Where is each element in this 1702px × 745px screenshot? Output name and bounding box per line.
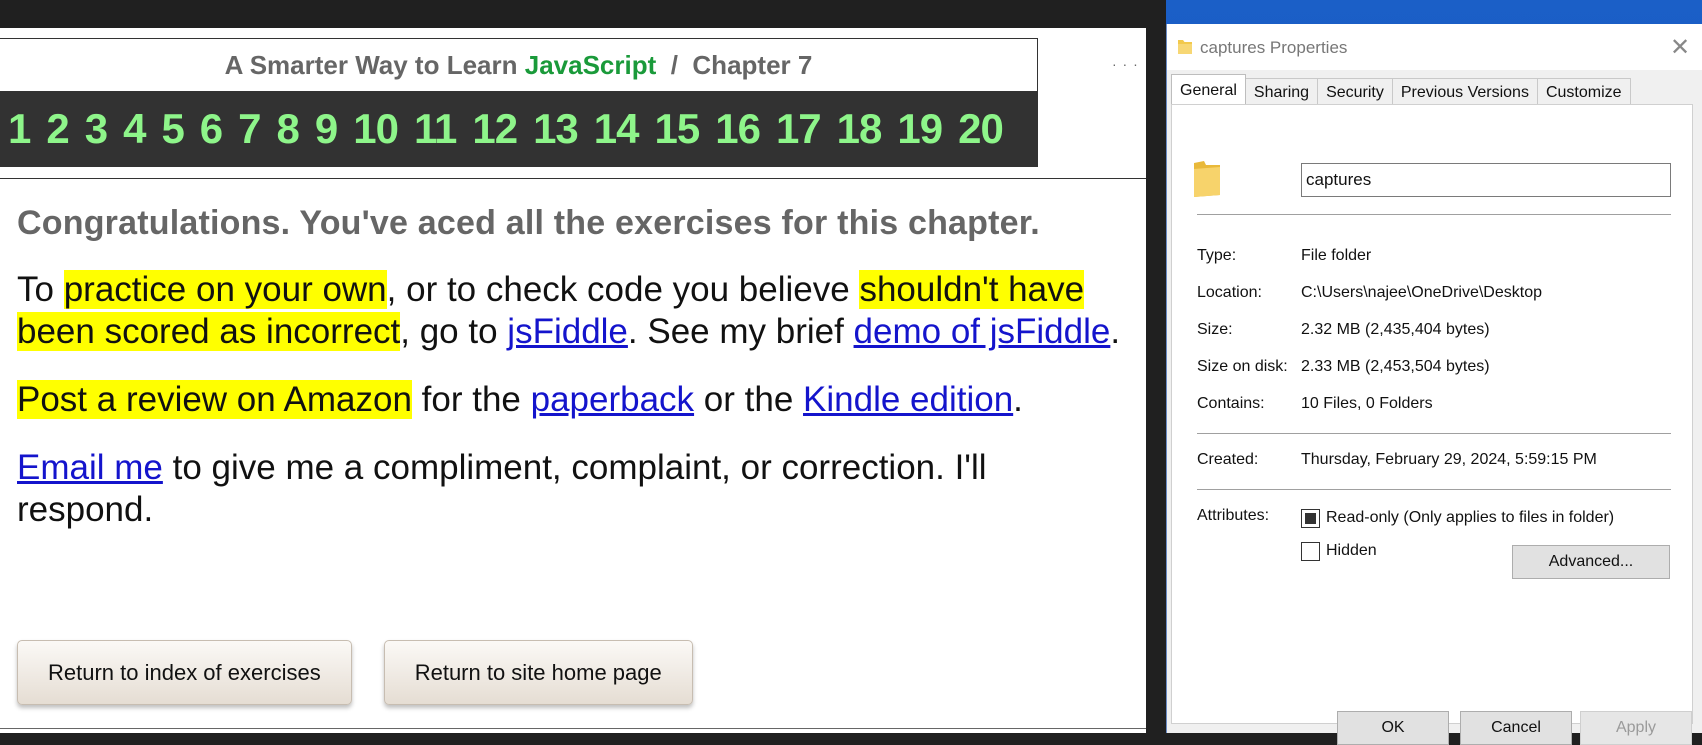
chapter-link-20[interactable]: 20	[958, 91, 1004, 167]
text: , go to	[400, 312, 508, 351]
divider	[1197, 433, 1671, 434]
desktop-background	[1146, 0, 1166, 733]
type-label: Type:	[1197, 247, 1237, 264]
return-to-index-button[interactable]: Return to index of exercises	[17, 640, 352, 705]
created-value: Thursday, February 29, 2024, 5:59:15 PM	[1301, 451, 1597, 468]
created-label: Created:	[1197, 451, 1259, 468]
chapter-link-16[interactable]: 16	[715, 91, 761, 167]
chapter-link-12[interactable]: 12	[472, 91, 518, 167]
hidden-label: Hidden	[1326, 542, 1377, 559]
tab-customize[interactable]: Customize	[1536, 78, 1631, 104]
chapter-link-15[interactable]: 15	[655, 91, 701, 167]
paperback-link[interactable]: paperback	[531, 380, 694, 419]
chapter-nav: 1 2 3 4 5 6 7 8 9 10 11 12 13 14 15 16 1…	[0, 91, 1038, 167]
location-label: Location:	[1197, 284, 1262, 301]
chapter-link-18[interactable]: 18	[837, 91, 883, 167]
dialog-tabs: General Sharing Security Previous Versio…	[1171, 74, 1631, 104]
contains-value: 10 Files, 0 Folders	[1301, 395, 1433, 412]
text: To	[17, 270, 64, 309]
book-title: A Smarter Way to Learn JavaScript / Chap…	[0, 39, 1037, 91]
folder-name-field[interactable]	[1301, 163, 1671, 197]
book-header: A Smarter Way to Learn JavaScript / Chap…	[0, 38, 1038, 167]
chapter-link-10[interactable]: 10	[353, 91, 399, 167]
chapter-link-6[interactable]: 6	[200, 91, 223, 167]
highlight-practice: practice on your own	[63, 270, 387, 309]
chapter-link-11[interactable]: 11	[414, 91, 457, 167]
text: .	[1110, 312, 1121, 351]
properties-dialog: captures Properties ✕ General Sharing Se…	[1166, 24, 1702, 733]
chapter-link-13[interactable]: 13	[533, 91, 579, 167]
chapter-link-17[interactable]: 17	[776, 91, 822, 167]
jsfiddle-demo-link[interactable]: demo of jsFiddle	[854, 312, 1111, 351]
folder-icon	[1194, 161, 1220, 197]
kindle-edition-link[interactable]: Kindle edition	[803, 380, 1013, 419]
divider	[0, 728, 1146, 729]
chapter-link-19[interactable]: 19	[897, 91, 943, 167]
ok-button[interactable]: OK	[1337, 711, 1449, 745]
book-title-chapter: Chapter 7	[692, 50, 813, 80]
return-to-home-button[interactable]: Return to site home page	[383, 640, 693, 705]
divider	[1197, 489, 1671, 490]
divider	[1197, 214, 1671, 215]
chapter-link-8[interactable]: 8	[277, 91, 300, 167]
chapter-link-14[interactable]: 14	[594, 91, 640, 167]
page-content: Congratulations. You've aced all the exe…	[17, 204, 1127, 531]
practice-paragraph: To practice on your own, or to check cod…	[17, 269, 1127, 353]
review-paragraph: Post a review on Amazon for the paperbac…	[17, 379, 1127, 421]
type-value: File folder	[1301, 247, 1372, 264]
email-paragraph: Email me to give me a compliment, compla…	[17, 447, 1127, 531]
book-title-separator: /	[670, 50, 678, 80]
chapter-link-2[interactable]: 2	[46, 91, 69, 167]
overflow-dots: · · ·	[1112, 56, 1139, 72]
text: .	[1013, 380, 1023, 419]
browser-page: A Smarter Way to Learn JavaScript / Chap…	[0, 28, 1146, 733]
contains-label: Contains:	[1197, 395, 1265, 412]
chapter-link-1[interactable]: 1	[8, 91, 31, 167]
text: , or to check code you believe	[386, 270, 860, 309]
size-label: Size:	[1197, 321, 1233, 338]
dialog-title: captures Properties	[1200, 38, 1348, 57]
tab-previous-versions[interactable]: Previous Versions	[1391, 78, 1538, 104]
divider	[0, 178, 1146, 179]
general-tab-panel: Type: File folder Location: C:\Users\naj…	[1171, 104, 1693, 724]
tab-sharing[interactable]: Sharing	[1244, 78, 1319, 104]
jsfiddle-link[interactable]: jsFiddle	[507, 312, 628, 351]
size-on-disk-value: 2.33 MB (2,453,504 bytes)	[1301, 358, 1490, 375]
folder-icon	[1178, 40, 1192, 54]
chapter-link-4[interactable]: 4	[123, 91, 146, 167]
attributes-label: Attributes:	[1197, 507, 1270, 524]
apply-button[interactable]: Apply	[1580, 711, 1692, 745]
dialog-title-bar[interactable]: captures Properties ✕	[1167, 24, 1702, 70]
text: or the	[694, 380, 804, 419]
hidden-checkbox[interactable]	[1301, 542, 1320, 561]
size-value: 2.32 MB (2,435,404 bytes)	[1301, 321, 1490, 338]
chapter-link-9[interactable]: 9	[315, 91, 338, 167]
page-buttons: Return to index of exercises Return to s…	[17, 640, 693, 705]
text: . See my brief	[627, 312, 854, 351]
congrats-heading: Congratulations. You've aced all the exe…	[17, 204, 1040, 242]
highlight-review: Post a review on Amazon	[17, 380, 412, 419]
readonly-label: Read-only (Only applies to files in fold…	[1326, 509, 1615, 526]
tab-security[interactable]: Security	[1317, 78, 1393, 104]
text: to give me a compliment, complaint, or c…	[17, 448, 987, 529]
email-me-link[interactable]: Email me	[17, 448, 163, 487]
book-title-prefix: A Smarter Way to Learn	[224, 50, 518, 80]
chapter-link-7[interactable]: 7	[238, 91, 261, 167]
book-title-javascript: JavaScript	[524, 50, 657, 80]
chapter-link-3[interactable]: 3	[85, 91, 108, 167]
cancel-button[interactable]: Cancel	[1460, 711, 1572, 745]
size-on-disk-label: Size on disk:	[1197, 358, 1288, 375]
readonly-checkbox[interactable]	[1301, 509, 1320, 528]
tab-general[interactable]: General	[1171, 74, 1246, 104]
advanced-button[interactable]: Advanced...	[1512, 545, 1670, 579]
location-value: C:\Users\najee\OneDrive\Desktop	[1301, 284, 1542, 301]
close-icon[interactable]: ✕	[1665, 32, 1695, 62]
chapter-link-5[interactable]: 5	[161, 91, 184, 167]
text: for the	[411, 380, 531, 419]
